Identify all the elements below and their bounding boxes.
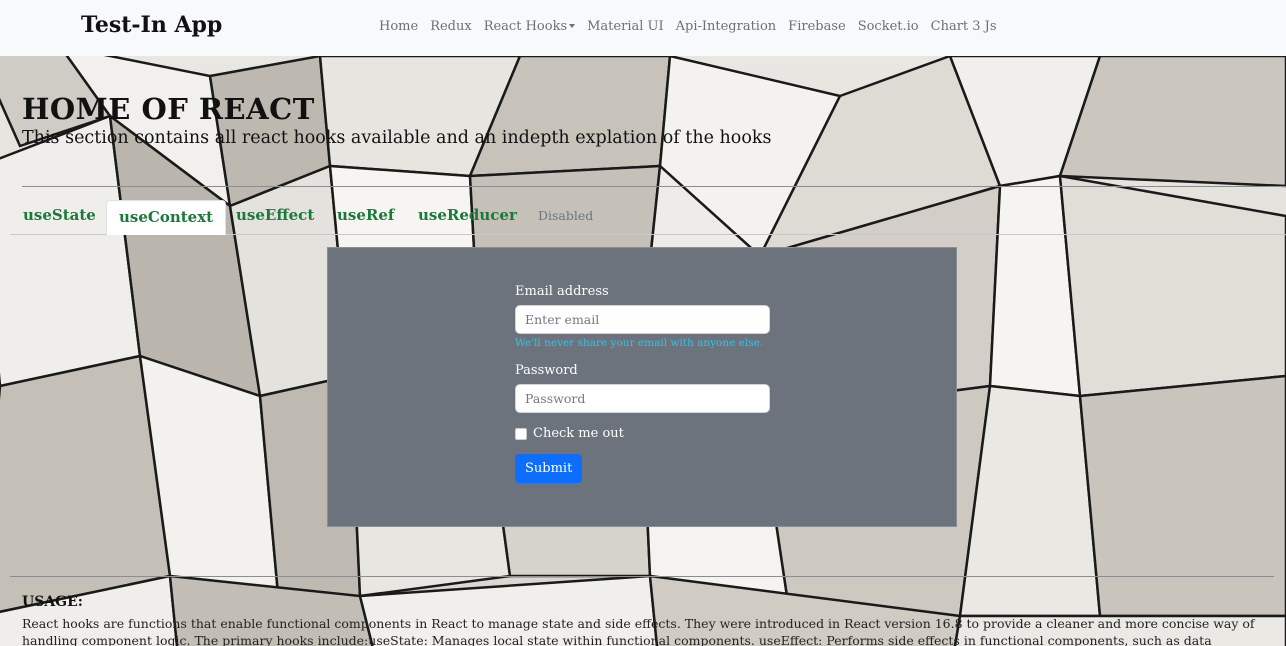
caret-down-icon	[569, 24, 576, 28]
check-row: Check me out	[515, 426, 770, 441]
nav-link-socketio[interactable]: Socket.io	[858, 19, 919, 34]
password-label: Password	[515, 363, 578, 378]
check-me-out-label[interactable]: Check me out	[533, 426, 624, 441]
usage-title: USAGE:	[22, 594, 83, 610]
nav-link-firebase[interactable]: Firebase	[788, 19, 846, 34]
password-input[interactable]	[515, 384, 770, 413]
main-content: HOME OF REACT This section contains all …	[0, 56, 1286, 646]
divider	[22, 186, 1286, 187]
tab-useref[interactable]: useRef	[337, 206, 394, 224]
nav-link-home[interactable]: Home	[379, 19, 418, 34]
usage-text: React hooks are functions that enable fu…	[22, 616, 1255, 646]
submit-button[interactable]: Submit	[515, 454, 583, 483]
nav-link-api-integration[interactable]: Api-Integration	[676, 19, 777, 34]
nav-link-chart-3-js[interactable]: Chart 3 Js	[931, 19, 997, 34]
email-help-text: We'll never share your email with anyone…	[515, 337, 764, 349]
email-input[interactable]	[515, 305, 770, 334]
nav-link-material-ui[interactable]: Material UI	[587, 19, 663, 34]
nav-link-redux[interactable]: Redux	[430, 19, 472, 34]
nav-links: Home Redux React Hooks Material UI Api-I…	[379, 19, 1009, 34]
page-title: HOME OF REACT	[22, 92, 315, 126]
email-label: Email address	[515, 284, 609, 299]
hooks-tabs: useState useContext useEffect useRef use…	[10, 200, 1286, 236]
tab-usecontext[interactable]: useContext	[106, 200, 227, 235]
tab-useeffect[interactable]: useEffect	[236, 206, 314, 224]
page-subtitle: This section contains all react hooks av…	[22, 128, 772, 148]
brand-logo[interactable]: Test-In App	[81, 12, 222, 38]
tab-disabled: Disabled	[538, 208, 594, 223]
nav-dropdown-label: React Hooks	[483, 19, 568, 34]
form-panel: Email address We'll never share your ema…	[327, 247, 957, 527]
divider	[10, 576, 1274, 577]
tab-usereducer[interactable]: useReducer	[418, 206, 517, 224]
check-me-out-checkbox[interactable]	[515, 427, 527, 440]
top-navbar: Test-In App Home Redux React Hooks Mater…	[0, 0, 1286, 56]
tab-usestate[interactable]: useState	[23, 206, 96, 224]
nav-dropdown-react-hooks[interactable]: React Hooks	[483, 19, 576, 34]
login-form: Email address We'll never share your ema…	[515, 284, 770, 483]
